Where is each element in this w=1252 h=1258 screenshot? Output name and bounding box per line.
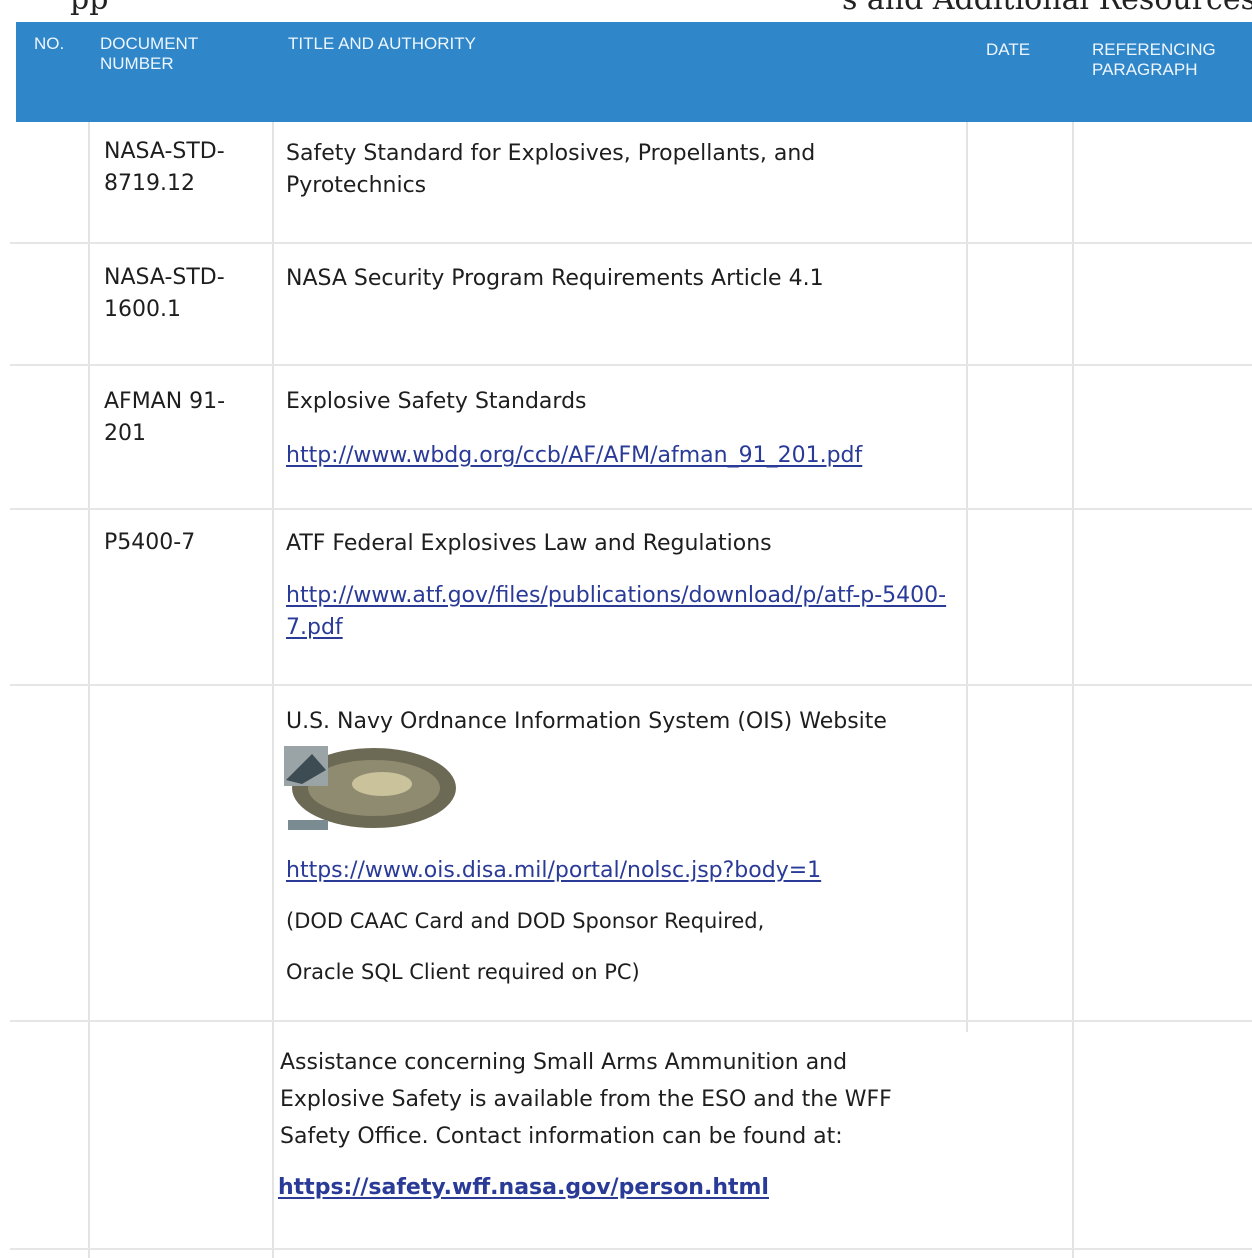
title-text: U.S. Navy Ordnance Information System (O…: [286, 709, 887, 734]
row-divider: [10, 508, 1252, 510]
document-link[interactable]: http://www.atf.gov/files/publications/do…: [286, 580, 966, 644]
document-link[interactable]: http://www.wbdg.org/ccb/AF/AFM/afman_91_…: [286, 440, 976, 472]
title-text: Assistance concerning Small Arms Ammunit…: [280, 1050, 892, 1149]
header-document-number: DOCUMENT NUMBER: [100, 34, 198, 73]
ois-logo-image: [282, 740, 458, 832]
header-title-authority: TITLE AND AUTHORITY: [288, 34, 476, 53]
doc-number: AFMAN 91-201: [104, 389, 226, 446]
column-divider: [966, 122, 968, 1032]
title-text: NASA Security Program Requirements Artic…: [286, 266, 824, 291]
page-heading: pp s and Additional Resources: [0, 0, 1252, 17]
table-header: NO. DOCUMENT NUMBER TITLE AND AUTHORITY …: [16, 22, 1252, 122]
row-divider: [10, 684, 1252, 686]
row-divider: [10, 242, 1252, 244]
doc-number: NASA-STD-8719.12: [104, 139, 225, 196]
row-divider: [10, 364, 1252, 366]
header-date: DATE: [986, 40, 1031, 59]
title-text: ATF Federal Explosives Law and Regulatio…: [286, 531, 772, 556]
column-divider: [88, 122, 90, 1258]
page-heading-left: pp: [70, 0, 108, 17]
row-divider: [10, 1248, 1252, 1250]
header-no: NO.: [34, 34, 65, 53]
title-text: Explosive Safety Standards: [286, 389, 587, 414]
column-divider: [272, 122, 274, 1258]
row-divider: [10, 1020, 1252, 1022]
note-text: (DOD CAAC Card and DOD Sponsor Required,: [286, 909, 765, 933]
document-link[interactable]: https://safety.wff.nasa.gov/person.html: [278, 1172, 968, 1204]
doc-number: NASA-STD-1600.1: [104, 265, 225, 322]
doc-number: P5400-7: [104, 530, 196, 555]
page-heading-right: s and Additional Resources: [842, 0, 1252, 17]
document-link[interactable]: https://www.ois.disa.mil/portal/nolsc.js…: [286, 855, 976, 887]
note-text: Oracle SQL Client required on PC): [286, 960, 640, 984]
title-text: Safety Standard for Explosives, Propella…: [286, 141, 816, 198]
column-divider: [1072, 122, 1074, 1258]
header-referencing-paragraph: REFERENCING PARAGRAPH: [1092, 40, 1216, 79]
